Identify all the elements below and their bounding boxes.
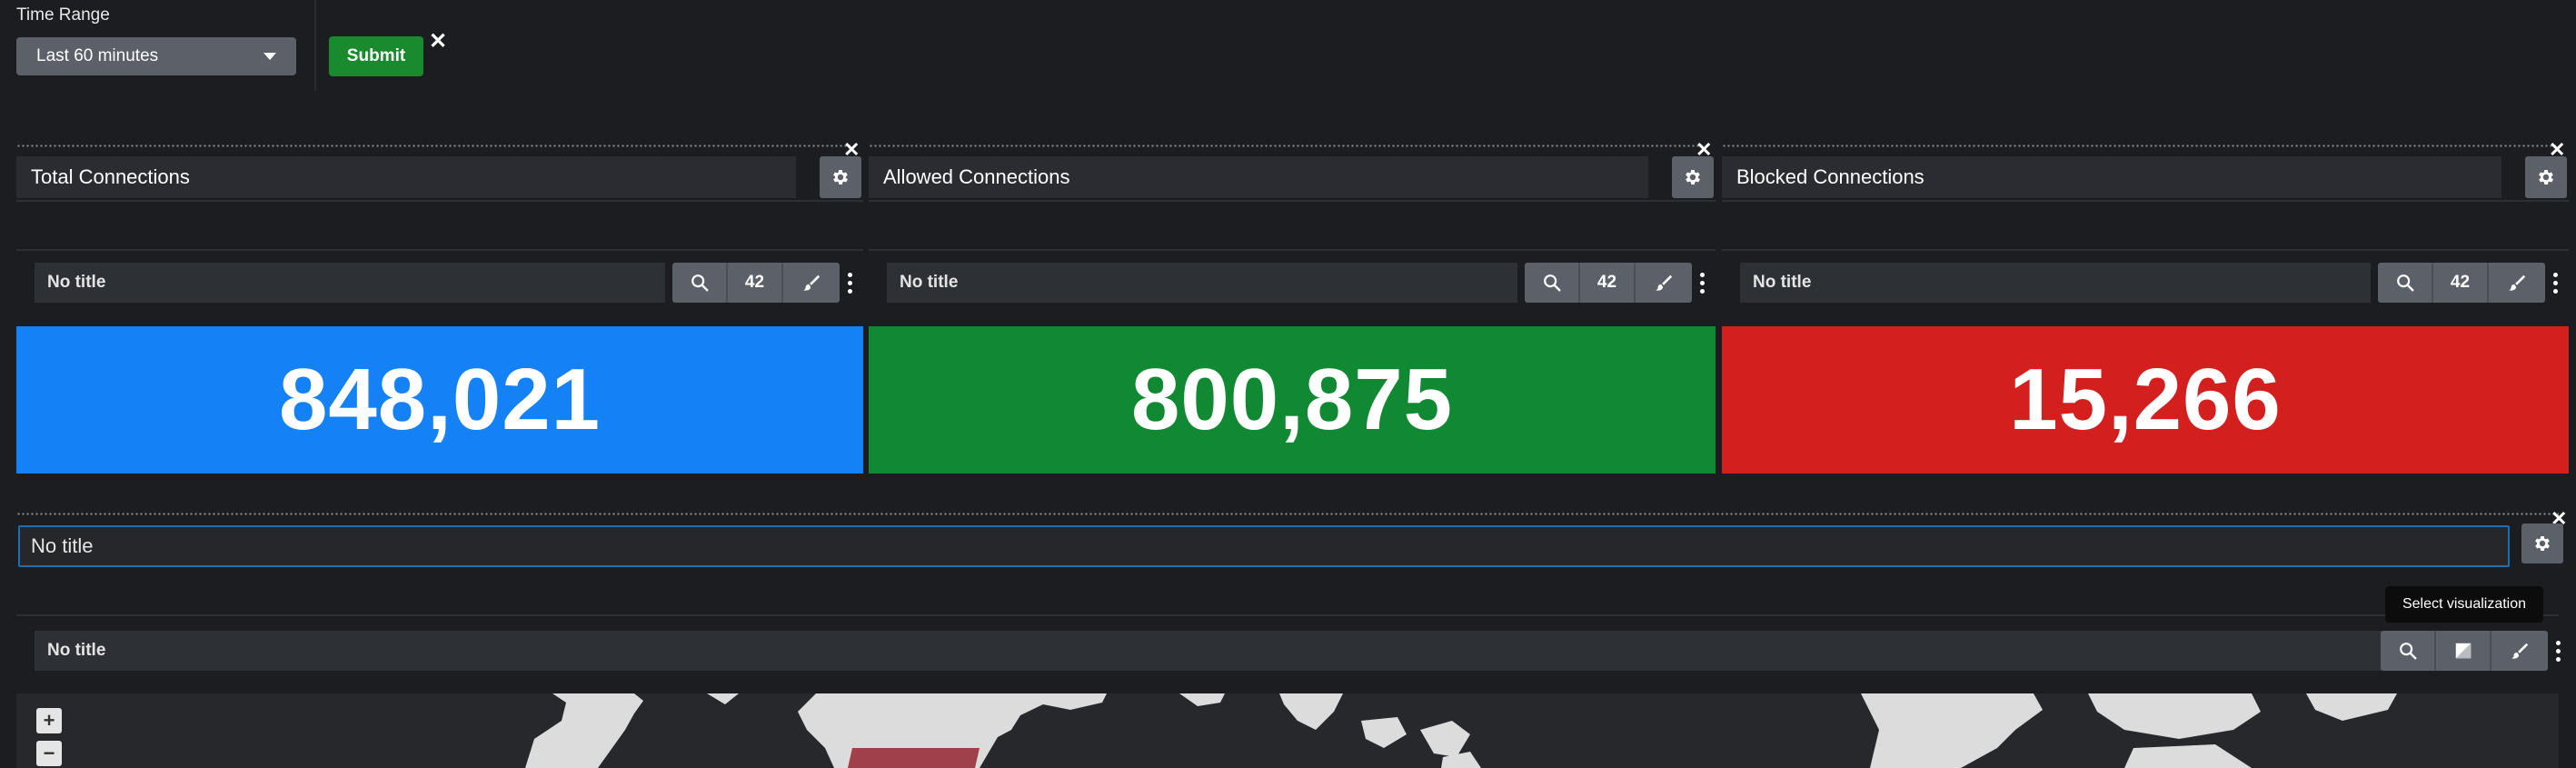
drag-handle[interactable] xyxy=(16,144,850,149)
panel-divider xyxy=(1722,200,2569,202)
result-count-button[interactable]: 42 xyxy=(1580,263,1636,303)
kebab-menu-icon[interactable] xyxy=(843,264,856,301)
time-range-value: Last 60 minutes xyxy=(36,46,159,65)
search-button[interactable] xyxy=(1525,263,1580,303)
gear-icon xyxy=(833,170,848,185)
panel-sub-title-text: No title xyxy=(1753,273,1812,292)
panel-title-input[interactable]: Allowed Connections xyxy=(869,156,1648,198)
gear-button[interactable] xyxy=(2521,524,2563,564)
panel-divider xyxy=(16,200,863,202)
panel-divider xyxy=(16,249,863,251)
select-visualization-button[interactable] xyxy=(2436,631,2491,671)
panel-divider xyxy=(869,249,1716,251)
time-range-dropdown[interactable]: Last 60 minutes xyxy=(16,37,296,75)
panel-sub-title: No title xyxy=(35,263,665,303)
search-button[interactable] xyxy=(2381,631,2436,671)
close-icon[interactable]: ✕ xyxy=(429,31,447,53)
submit-button[interactable]: Submit xyxy=(329,36,423,76)
filter-divider xyxy=(314,0,316,91)
panel-title-input[interactable]: Blocked Connections xyxy=(1722,156,2501,198)
search-icon xyxy=(1543,274,1560,292)
gear-icon xyxy=(2539,170,2553,185)
drag-handle[interactable] xyxy=(1722,144,2556,149)
search-button[interactable] xyxy=(672,263,728,303)
panel-sub-title-text: No title xyxy=(900,273,959,292)
search-button[interactable] xyxy=(2378,263,2433,303)
map-sub-title-text: No title xyxy=(47,641,106,660)
panel-toolbar: 42 xyxy=(1525,263,1692,303)
panel-divider xyxy=(869,200,1716,202)
panel-divider xyxy=(16,614,2559,616)
gear-icon xyxy=(2535,536,2550,551)
panel-sub-title-text: No title xyxy=(47,273,106,292)
kebab-menu-icon[interactable] xyxy=(2549,264,2561,301)
panel-sub-title: No title xyxy=(1740,263,2371,303)
gear-button[interactable] xyxy=(2525,156,2567,198)
map-title-text: No title xyxy=(31,534,94,557)
format-button[interactable] xyxy=(2491,631,2548,671)
panel-toolbar: 42 xyxy=(2378,263,2545,303)
zoom-in-button[interactable]: + xyxy=(36,708,62,733)
format-button[interactable] xyxy=(783,263,840,303)
single-value-number: 848,021 xyxy=(278,351,601,448)
panel-title-text: Blocked Connections xyxy=(1736,165,1925,188)
drag-handle[interactable] xyxy=(16,512,2559,517)
paintbrush-icon xyxy=(1655,274,1673,291)
single-value-number: 15,266 xyxy=(2009,351,2282,448)
panel-title-text: Total Connections xyxy=(31,165,190,188)
caret-down-icon xyxy=(264,53,276,60)
map-sub-title: No title xyxy=(35,631,2382,671)
map-panel-toolbar xyxy=(2381,631,2548,671)
result-count-button[interactable]: 42 xyxy=(2433,263,2489,303)
map-title-input[interactable]: No title xyxy=(18,525,2510,567)
paintbrush-icon xyxy=(802,274,821,291)
select-visualization-tooltip: Select visualization xyxy=(2385,586,2543,623)
gear-button[interactable] xyxy=(820,156,861,198)
panel-toolbar: 42 xyxy=(672,263,840,303)
panel-title-text: Allowed Connections xyxy=(883,165,1070,188)
world-map[interactable]: + − xyxy=(16,693,2559,768)
single-value-display: 15,266 xyxy=(1722,326,2569,474)
paintbrush-icon xyxy=(2511,643,2529,659)
time-range-label: Time Range xyxy=(16,5,110,25)
paintbrush-icon xyxy=(2508,274,2526,291)
panel-divider xyxy=(1722,249,2569,251)
kebab-menu-icon[interactable] xyxy=(2551,633,2564,669)
single-value-display: 848,021 xyxy=(16,326,863,474)
map-land-shapes xyxy=(525,693,2397,768)
panel-sub-title: No title xyxy=(887,263,1517,303)
search-icon xyxy=(2399,643,2416,660)
single-value-display: 800,875 xyxy=(869,326,1716,474)
drag-handle[interactable] xyxy=(869,144,1703,149)
gear-button[interactable] xyxy=(1672,156,1714,198)
search-icon xyxy=(691,274,708,292)
search-icon xyxy=(2396,274,2413,292)
kebab-menu-icon[interactable] xyxy=(1696,264,1708,301)
gear-icon xyxy=(1686,170,1700,185)
format-button[interactable] xyxy=(2489,263,2545,303)
format-button[interactable] xyxy=(1636,263,1692,303)
zoom-out-button[interactable]: − xyxy=(36,741,62,766)
single-value-number: 800,875 xyxy=(1130,351,1453,448)
panel-title-input[interactable]: Total Connections xyxy=(16,156,796,198)
result-count-button[interactable]: 42 xyxy=(728,263,783,303)
visualization-icon xyxy=(2455,643,2471,659)
